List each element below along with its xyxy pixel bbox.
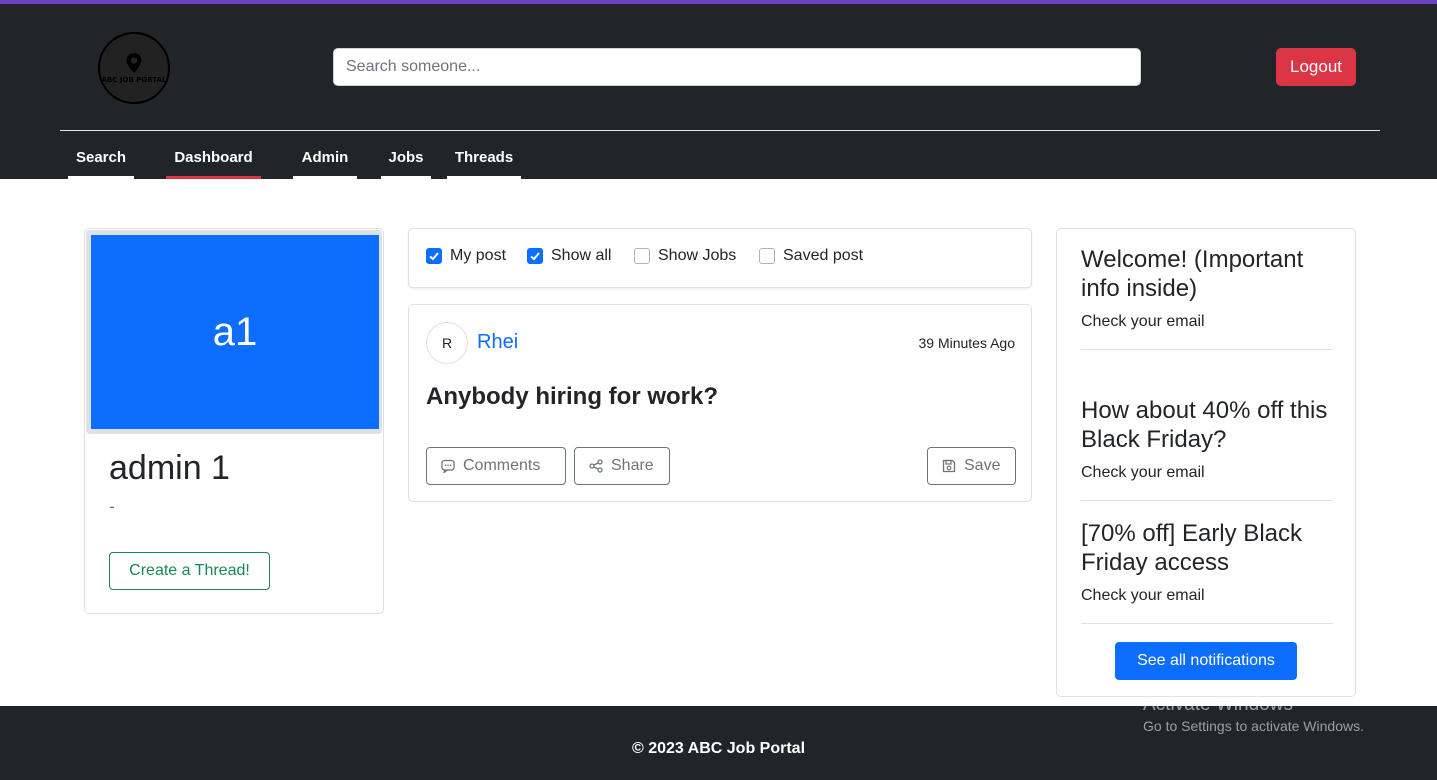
watermark-title: Activate Windows bbox=[1143, 694, 1293, 715]
share-icon bbox=[589, 459, 603, 473]
site-logo[interactable]: ABC JOB PORTAL bbox=[98, 32, 170, 104]
create-thread-button[interactable]: Create a Thread! bbox=[109, 552, 270, 590]
header: ABC JOB PORTAL Logout Search Dashboard A… bbox=[0, 4, 1437, 179]
filter-label: Saved post bbox=[783, 247, 864, 264]
notification-title: How about 40% off this Black Friday? bbox=[1081, 397, 1328, 453]
avatar-frame: a1 bbox=[86, 230, 382, 434]
notification-title: [70% off] Early Black Friday access bbox=[1081, 520, 1302, 576]
nav-item-jobs[interactable]: Jobs bbox=[381, 144, 431, 179]
post-card: R Rhei 39 Minutes Ago Anybody hiring for… bbox=[408, 304, 1032, 502]
nav-item-dashboard[interactable]: Dashboard bbox=[166, 144, 261, 179]
save-label: Save bbox=[964, 457, 1001, 474]
author-avatar: R bbox=[426, 322, 468, 364]
chat-bubble-icon bbox=[441, 459, 455, 473]
profile-card: a1 admin 1 - Create a Thread! bbox=[84, 228, 384, 614]
save-button[interactable]: Save bbox=[927, 447, 1016, 485]
see-all-notifications-button[interactable]: See all notifications bbox=[1115, 642, 1297, 680]
checkbox-unchecked[interactable] bbox=[634, 248, 650, 264]
filter-saved-post[interactable]: Saved post bbox=[759, 247, 863, 265]
floppy-disk-icon bbox=[942, 459, 956, 473]
notification-text: Check your email bbox=[1081, 464, 1205, 481]
notification-text: Check your email bbox=[1081, 313, 1205, 330]
nav-item-search[interactable]: Search bbox=[68, 144, 134, 179]
watermark-subtitle: Go to Settings to activate Windows. bbox=[1143, 718, 1364, 734]
check-icon bbox=[429, 252, 439, 261]
checkbox-checked[interactable] bbox=[527, 248, 543, 264]
filter-label: My post bbox=[450, 247, 507, 264]
notification-item[interactable]: How about 40% off this Black Friday? Che… bbox=[1081, 396, 1333, 501]
post-title: Anybody hiring for work? bbox=[426, 383, 718, 410]
notification-title: Welcome! (Important info inside) bbox=[1081, 246, 1304, 302]
profile-avatar: a1 bbox=[91, 235, 379, 429]
notifications-panel: Welcome! (Important info inside) Check y… bbox=[1056, 228, 1356, 697]
windows-activation-watermark: Activate Windows Go to Settings to activ… bbox=[1143, 694, 1364, 734]
post-filter-bar: My post Show all Show Jobs Saved post bbox=[408, 228, 1032, 288]
header-divider bbox=[60, 130, 1380, 131]
post-author-link[interactable]: Rhei bbox=[477, 331, 518, 354]
comments-label: Comments bbox=[463, 457, 541, 474]
filter-label: Show Jobs bbox=[658, 247, 737, 264]
notification-text: Check your email bbox=[1081, 587, 1205, 604]
filter-label: Show all bbox=[551, 247, 612, 264]
checkbox-checked[interactable] bbox=[426, 248, 442, 264]
footer-copyright: © 2023 ABC Job Portal bbox=[631, 740, 806, 757]
nav-item-admin[interactable]: Admin bbox=[293, 144, 357, 179]
comments-button[interactable]: Comments bbox=[426, 447, 566, 485]
filter-my-post[interactable]: My post bbox=[426, 247, 506, 265]
nav-item-threads[interactable]: Threads bbox=[447, 144, 521, 179]
notification-item[interactable]: Welcome! (Important info inside) Check y… bbox=[1081, 245, 1333, 350]
filter-show-all[interactable]: Show all bbox=[527, 247, 611, 265]
profile-subtitle: - bbox=[109, 497, 115, 516]
profile-name: admin 1 bbox=[109, 449, 230, 487]
checkbox-unchecked[interactable] bbox=[759, 248, 775, 264]
notification-item[interactable]: [70% off] Early Black Friday access Chec… bbox=[1081, 519, 1333, 624]
filter-show-jobs[interactable]: Show Jobs bbox=[634, 247, 736, 265]
post-timestamp: 39 Minutes Ago bbox=[918, 335, 1015, 351]
search-input[interactable] bbox=[333, 48, 1141, 86]
share-button[interactable]: Share bbox=[574, 447, 670, 485]
check-icon bbox=[530, 252, 540, 261]
logo-text: ABC JOB PORTAL bbox=[101, 76, 167, 84]
logout-button[interactable]: Logout bbox=[1276, 48, 1356, 86]
map-pin-icon bbox=[126, 53, 142, 73]
share-label: Share bbox=[611, 457, 654, 474]
